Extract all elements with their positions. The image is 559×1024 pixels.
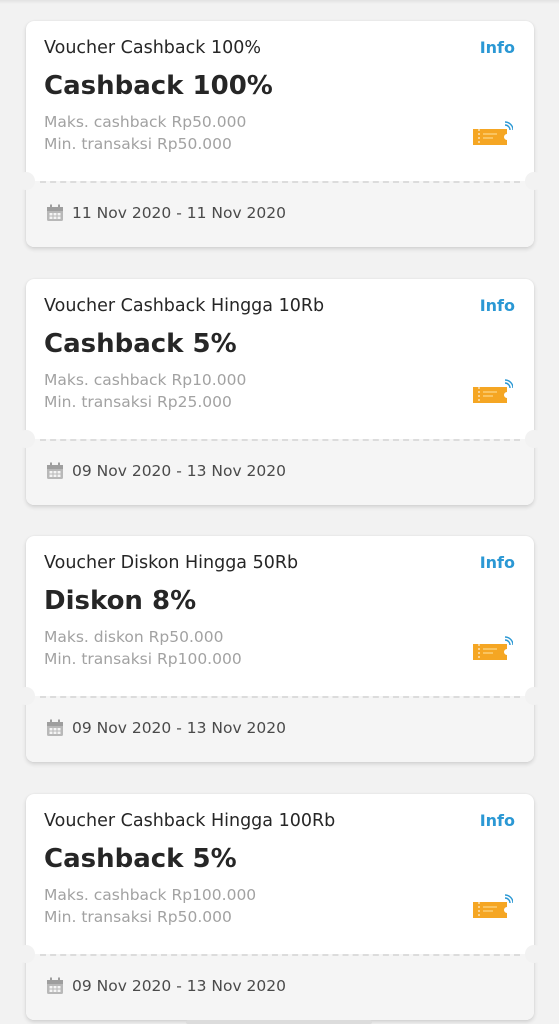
min-transaction-text: Min. transaksi Rp100.000 [44,650,242,668]
voucher-period: 11 Nov 2020 - 11 Nov 2020 [72,204,286,222]
ticket-icon [473,121,513,145]
max-amount-text: Maks. cashback Rp100.000 [44,886,257,904]
voucher-card[interactable]: Voucher Cashback 100% Info Cashback 100%… [17,21,543,247]
notch-right [525,172,543,190]
calendar-icon [47,719,63,736]
notch-right [525,430,543,448]
notch-left [17,172,35,190]
voucher-period: 09 Nov 2020 - 13 Nov 2020 [72,462,286,480]
voucher-title: Voucher Cashback Hingga 10Rb [44,296,325,316]
voucher-headline: Cashback 5% [44,844,237,874]
voucher-card[interactable]: Voucher Diskon Hingga 50Rb Info Diskon 8… [17,536,543,762]
voucher-footer: 09 Nov 2020 - 13 Nov 2020 [17,945,543,1020]
notch-right [525,945,543,963]
calendar-icon [47,204,63,221]
notch-right [525,687,543,705]
min-transaction-text: Min. transaksi Rp25.000 [44,393,232,411]
info-link[interactable]: Info [480,553,515,572]
voucher-title: Voucher Cashback 100% [44,38,261,58]
voucher-card[interactable]: Voucher Cashback Hingga 100Rb Info Cashb… [17,794,543,1020]
voucher-footer: 09 Nov 2020 - 13 Nov 2020 [17,430,543,505]
voucher-title: Voucher Cashback Hingga 100Rb [44,811,336,831]
max-amount-text: Maks. diskon Rp50.000 [44,628,224,646]
info-link[interactable]: Info [480,296,515,315]
voucher-period: 09 Nov 2020 - 13 Nov 2020 [72,719,286,737]
info-link[interactable]: Info [480,38,515,57]
notch-left [17,430,35,448]
ticket-icon [473,379,513,403]
scroll-indicator[interactable] [186,1020,372,1024]
voucher-card[interactable]: Voucher Cashback Hingga 10Rb Info Cashba… [17,279,543,505]
voucher-headline: Cashback 100% [44,71,273,101]
max-amount-text: Maks. cashback Rp50.000 [44,113,247,131]
calendar-icon [47,462,63,479]
ticket-icon [473,894,513,918]
perforation-divider [40,181,520,183]
voucher-footer: 11 Nov 2020 - 11 Nov 2020 [17,172,543,247]
min-transaction-text: Min. transaksi Rp50.000 [44,135,232,153]
max-amount-text: Maks. cashback Rp10.000 [44,371,247,389]
perforation-divider [40,696,520,698]
perforation-divider [40,439,520,441]
notch-left [17,687,35,705]
voucher-headline: Cashback 5% [44,329,237,359]
perforation-divider [40,954,520,956]
notch-left [17,945,35,963]
voucher-title: Voucher Diskon Hingga 50Rb [44,553,299,573]
ticket-icon [473,636,513,660]
voucher-headline: Diskon 8% [44,586,197,616]
calendar-icon [47,977,63,994]
voucher-period: 09 Nov 2020 - 13 Nov 2020 [72,977,286,995]
top-shadow [0,0,559,4]
info-link[interactable]: Info [480,811,515,830]
min-transaction-text: Min. transaksi Rp50.000 [44,908,232,926]
voucher-footer: 09 Nov 2020 - 13 Nov 2020 [17,687,543,762]
